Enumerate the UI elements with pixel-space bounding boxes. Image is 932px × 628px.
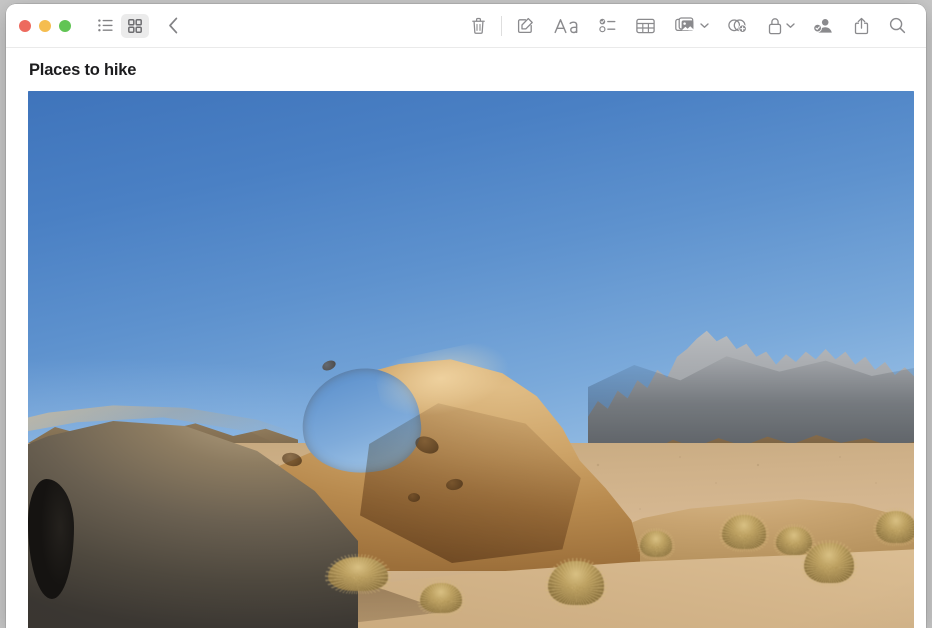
checklist-button[interactable] <box>589 12 626 40</box>
checklist-icon <box>599 18 616 33</box>
rock-pocket <box>321 359 337 373</box>
toolbar-divider <box>501 16 502 36</box>
compose-icon <box>517 17 534 34</box>
lock-note-button[interactable] <box>758 12 799 40</box>
add-person-icon <box>813 17 834 34</box>
note-title[interactable]: Places to hike <box>29 48 904 91</box>
lock-icon <box>768 17 782 35</box>
chevron-left-icon <box>168 17 179 34</box>
grid-icon <box>128 19 142 33</box>
traffic-lights <box>6 20 71 32</box>
toolbar-actions <box>461 12 916 40</box>
table-icon <box>636 18 655 34</box>
table-button[interactable] <box>626 12 665 40</box>
note-body[interactable]: Places to hike <box>6 48 926 628</box>
close-button[interactable] <box>19 20 31 32</box>
collaborate-button[interactable] <box>799 12 844 40</box>
delete-note-button[interactable] <box>461 12 496 40</box>
share-icon <box>854 17 869 35</box>
desert-brush <box>328 557 388 591</box>
media-icon <box>675 17 696 34</box>
chevron-down-icon <box>786 23 795 29</box>
new-note-button[interactable] <box>507 12 544 40</box>
desert-brush <box>548 561 604 605</box>
share-button[interactable] <box>844 12 879 40</box>
link-icon <box>727 17 748 34</box>
search-button[interactable] <box>879 12 916 40</box>
toolbar <box>6 4 926 48</box>
search-icon <box>889 17 906 34</box>
desert-brush <box>722 515 766 549</box>
add-link-button[interactable] <box>713 12 758 40</box>
list-icon <box>98 19 113 32</box>
format-button[interactable] <box>544 12 589 40</box>
desert-brush <box>420 583 462 613</box>
media-button[interactable] <box>665 12 713 40</box>
list-view-button[interactable] <box>91 14 119 38</box>
chevron-down-icon <box>700 23 709 29</box>
photo-attachment[interactable] <box>28 91 914 628</box>
desert-brush <box>804 543 854 583</box>
view-controls <box>91 14 187 38</box>
aa-icon <box>554 18 579 34</box>
gallery-view-button[interactable] <box>121 14 149 38</box>
trash-icon <box>471 17 486 35</box>
notes-window: Places to hike <box>6 4 926 628</box>
minimize-button[interactable] <box>39 20 51 32</box>
back-button[interactable] <box>159 14 187 38</box>
desert-brush <box>640 531 672 557</box>
zoom-button[interactable] <box>59 20 71 32</box>
desert-brush <box>876 511 914 543</box>
rock-pocket <box>408 493 420 502</box>
